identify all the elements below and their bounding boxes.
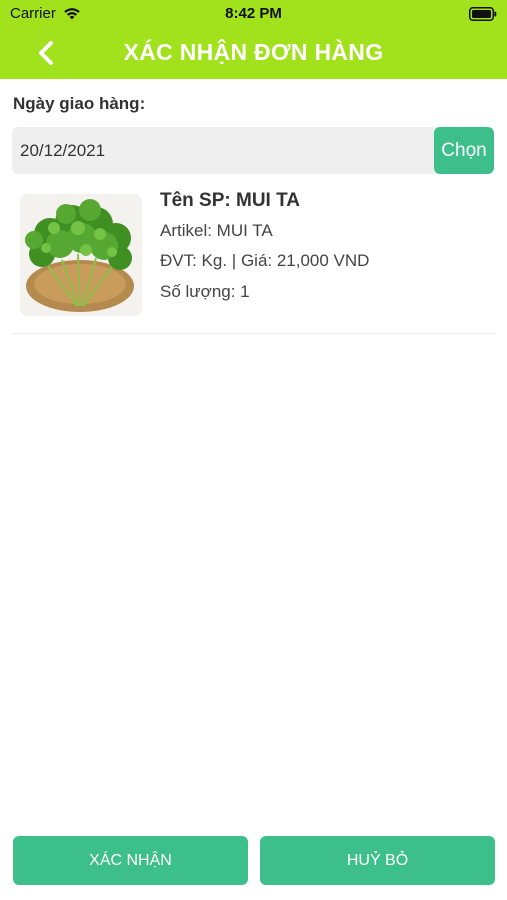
confirm-button[interactable]: XÁC NHẬN: [13, 836, 248, 885]
product-quantity: Số lượng: 1: [160, 282, 250, 301]
page-title: XÁC NHẬN ĐƠN HÀNG: [123, 39, 384, 65]
choose-date-button[interactable]: Chọn: [434, 127, 494, 174]
battery-icon: [469, 7, 497, 21]
delivery-date-label: Ngày giao hàng:: [13, 94, 146, 113]
delivery-date-row: 20/12/2021 Chọn: [12, 127, 494, 174]
nav-bar: XÁC NHẬN ĐƠN HÀNG: [0, 28, 507, 79]
product-image: [20, 194, 142, 316]
product-name: Tên SP: MUI TA: [160, 190, 301, 211]
product-artikel: Artikel: MUI TA: [160, 221, 273, 240]
list-item[interactable]: Tên SP: MUI TA Artikel: MUI TA ĐVT: Kg. …: [12, 186, 494, 334]
product-unit-price: ĐVT: Kg. | Giá: 21,000 VND: [160, 251, 370, 270]
status-bar: Carrier 8:42 PM: [0, 0, 507, 28]
parsley-image: [20, 194, 142, 316]
status-time: 8:42 PM: [225, 5, 282, 22]
header-bar: Carrier 8:42 PM XÁC NHẬN ĐƠN HÀNG: [0, 0, 507, 79]
cancel-button[interactable]: HUỶ BỎ: [260, 836, 495, 885]
delivery-date-field[interactable]: 20/12/2021: [12, 127, 434, 174]
